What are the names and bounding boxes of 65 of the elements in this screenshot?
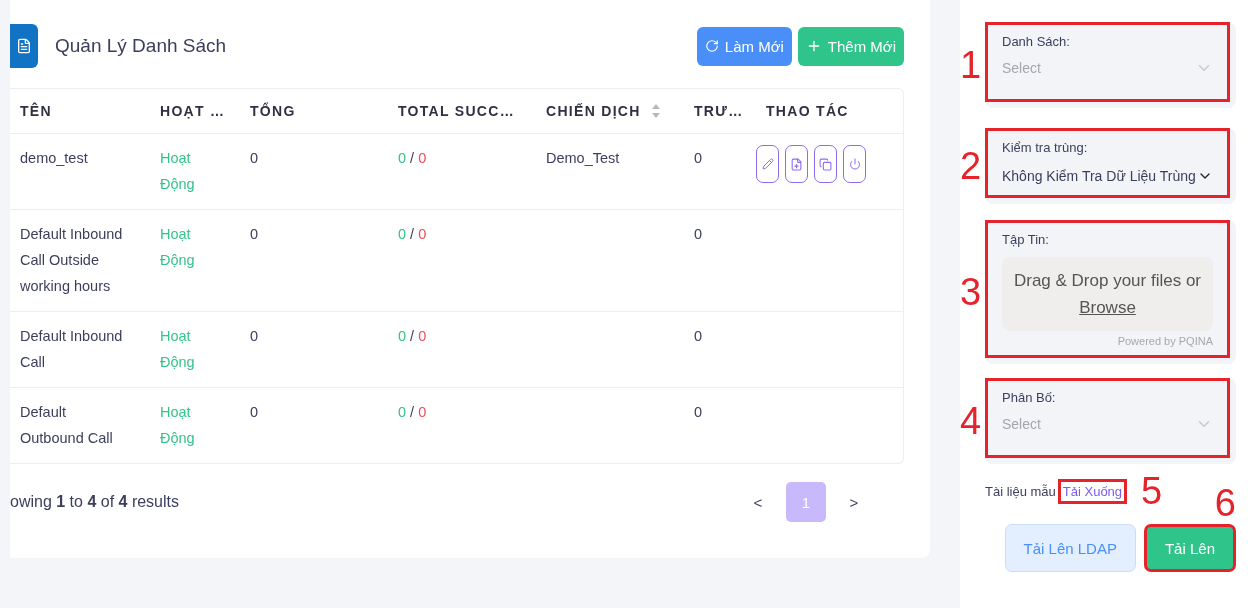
copy-button[interactable]	[814, 145, 837, 183]
table-cell-text: 0	[693, 327, 704, 346]
table-cell-text: 0	[693, 403, 704, 422]
select-field[interactable]: Không Kiểm Tra Dữ Liệu Trùng	[1002, 165, 1213, 187]
table-cell-text: Default Inbound Call Outside working hours	[19, 225, 124, 296]
table-cell-text: Default Outbound Call	[19, 403, 114, 448]
annotation-number: 3	[960, 273, 983, 311]
template-label: Tài liệu mẫu	[985, 483, 1056, 499]
select-field[interactable]: Select	[1002, 59, 1213, 91]
edit-button[interactable]	[756, 145, 779, 183]
status-cell-text: Hoạt Động	[159, 403, 196, 448]
status-cell-text: Hoạt Động	[159, 327, 196, 372]
field-label: Phân Bố:	[1002, 390, 1057, 405]
ldap-upload-button[interactable]: Tải Lên LDAP	[1004, 524, 1136, 572]
refresh-button[interactable]: Làm Mới	[696, 26, 792, 66]
field-label: Tập Tin:	[1002, 232, 1050, 247]
column-header: HOẠT …	[160, 103, 226, 119]
table-cell-text: 0	[249, 327, 260, 346]
upload-button[interactable]: Tải Lên	[1143, 524, 1236, 572]
sort-icon[interactable]	[650, 103, 661, 119]
annotation-number: 2	[960, 147, 983, 185]
status-cell-text: Hoạt Động	[159, 149, 196, 194]
table-cell-text: Demo_Test	[545, 149, 621, 168]
file-icon	[790, 157, 803, 171]
page-title: Quản Lý Danh Sách	[55, 35, 228, 57]
column-header: THAO TÁC	[766, 103, 849, 119]
page-button[interactable]: 1	[786, 482, 826, 522]
table-cell-text: Default Inbound Call	[19, 327, 124, 372]
column-header: TỔNG	[250, 103, 296, 119]
column-header: TRƯ…	[694, 103, 744, 119]
annotation-number: 1	[960, 46, 983, 84]
table-cell-text: 0	[249, 149, 260, 168]
browse-link[interactable]: Browse	[1079, 298, 1136, 317]
annotation-number: 6	[1214, 484, 1236, 522]
file-button[interactable]	[785, 145, 808, 183]
pencil-icon	[761, 158, 774, 170]
table-cell-text: 0	[693, 225, 704, 244]
power-icon	[848, 158, 861, 170]
column-header: CHIẾN DỊCH	[546, 103, 641, 119]
table-cell-text: 0	[249, 225, 260, 244]
table-cell-text: 0 / 0	[397, 225, 428, 244]
table-cell-text: 0 / 0	[397, 149, 428, 168]
power-button[interactable]	[843, 145, 866, 183]
table-cell-text: 0 / 0	[397, 403, 428, 422]
status-cell-text: Hoạt Động	[159, 225, 196, 270]
column-header: TOTAL SUCC…	[398, 103, 515, 119]
credit-text: Powered by PQINA	[1116, 335, 1213, 347]
download-link[interactable]: Tải Xuống	[1057, 478, 1128, 504]
copy-icon	[819, 157, 832, 171]
table-cell-text: 0 / 0	[397, 327, 428, 346]
results-summary: owing 1 to 4 of 4 results	[10, 493, 180, 511]
file-drop-zone[interactable]: Drag & Drop your files or Browse	[1002, 257, 1213, 331]
select-field[interactable]: Select	[1002, 415, 1213, 447]
table-cell-text: 0	[249, 403, 260, 422]
next-page-button[interactable]: >	[834, 482, 874, 522]
table-cell-text: 0	[693, 149, 704, 168]
previous-page-button[interactable]: <	[738, 482, 778, 522]
field-label: Danh Sách:	[1002, 34, 1071, 49]
column-header: TÊN	[20, 103, 52, 119]
table-cell-text: demo_test	[19, 149, 89, 168]
field-label: Kiểm tra trùng:	[1002, 140, 1089, 155]
refresh-icon	[704, 39, 719, 53]
add-button[interactable]: Thêm Mới	[797, 26, 904, 66]
annotation-number: 4	[960, 402, 983, 440]
annotation-number: 5	[1141, 472, 1163, 510]
